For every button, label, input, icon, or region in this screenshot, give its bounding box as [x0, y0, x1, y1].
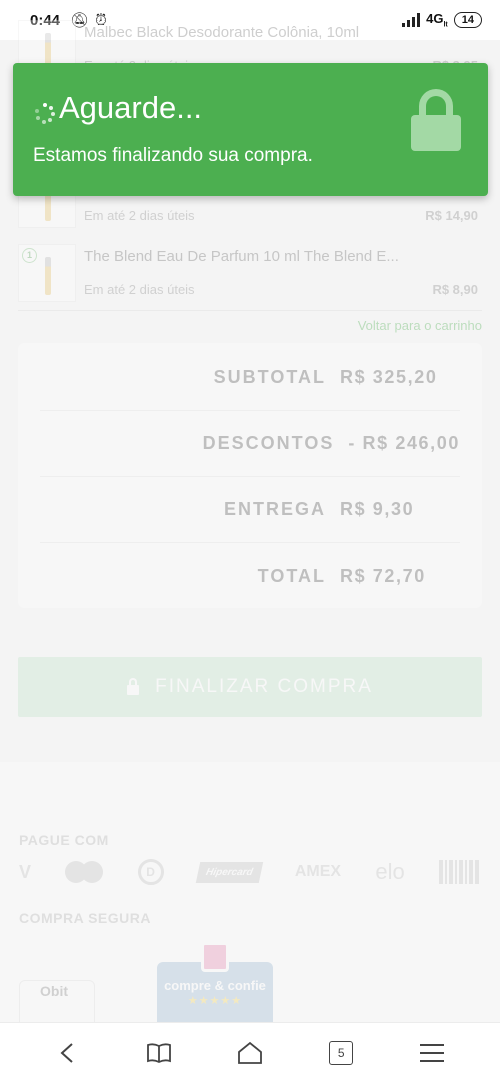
- pay-with-title: PAGUE COM: [19, 832, 109, 848]
- quantity-badge: 1: [22, 248, 37, 263]
- subtotal-value: R$ 325,20: [340, 367, 438, 387]
- diners-icon: D: [137, 859, 164, 885]
- bookmarks-button[interactable]: [137, 1031, 181, 1075]
- payment-methods: V D Hipercard AMEX elo: [19, 857, 479, 887]
- divider: [18, 310, 482, 311]
- amex-icon: AMEX: [294, 863, 342, 880]
- footer: PAGUE COM V D Hipercard AMEX elo COMPRA …: [0, 762, 500, 1030]
- menu-button[interactable]: [410, 1031, 454, 1075]
- item-price: R$ 8,90: [432, 282, 478, 297]
- compre-confie-badge[interactable]: compre & confie ★★★★★: [157, 942, 273, 1022]
- item-name: Malbec Black Desodorante Colônia, 10ml: [84, 24, 360, 41]
- elo-icon: elo: [375, 859, 405, 884]
- item-price: R$ 14,90: [425, 208, 478, 223]
- home-icon: [238, 1041, 262, 1064]
- tab-count: 5: [329, 1040, 354, 1065]
- item-delivery: Em até 2 dias úteis: [84, 282, 195, 297]
- toast-message: Estamos finalizando sua compra.: [33, 145, 313, 166]
- item-name: The Blend Eau De Parfum 10 ml The Blend …: [84, 248, 399, 265]
- rating-stars: ★★★★★: [187, 995, 243, 1007]
- menu-icon: [420, 1043, 445, 1062]
- delivery-value: R$ 9,30: [340, 499, 415, 519]
- delivery-row: ENTREGA R$ 9,30: [40, 477, 460, 543]
- home-button[interactable]: [228, 1031, 272, 1075]
- secure-purchase-title: COMPRA SEGURA: [19, 910, 151, 926]
- loading-spinner-icon: [35, 103, 55, 124]
- back-button[interactable]: [46, 1031, 90, 1075]
- processing-toast: Aguarde... Estamos finalizando sua compr…: [13, 63, 488, 196]
- discounts-value: - R$ 246,00: [348, 433, 460, 453]
- visa-icon: V: [19, 861, 32, 882]
- book-icon: [146, 1042, 171, 1063]
- tabs-button[interactable]: 5: [319, 1031, 363, 1075]
- total-value: R$ 72,70: [340, 565, 426, 586]
- total-row: TOTAL R$ 72,70: [40, 543, 460, 609]
- finalize-purchase-button[interactable]: FINALIZAR COMPRA: [18, 657, 482, 717]
- hipercard-icon: Hipercard: [195, 861, 263, 883]
- product-thumbnail: 1: [18, 244, 76, 302]
- discounts-row: DESCONTOS - R$ 246,00: [40, 411, 460, 477]
- lock-icon: [127, 678, 140, 695]
- chevron-left-icon: [60, 1042, 73, 1063]
- browser-nav-bar: 5: [0, 1022, 500, 1082]
- back-to-cart-link[interactable]: Voltar para o carrinho: [358, 318, 482, 333]
- finalize-button-label: FINALIZAR COMPRA: [155, 676, 373, 697]
- totals-card: SUBTOTAL R$ 325,20 DESCONTOS - R$ 246,00…: [18, 343, 482, 608]
- toast-title: Aguarde...: [59, 90, 203, 125]
- subtotal-label: SUBTOTAL: [213, 367, 326, 387]
- subtotal-row: SUBTOTAL R$ 325,20: [40, 345, 460, 411]
- cart-item[interactable]: 1 The Blend Eau De Parfum 10 ml The Blen…: [18, 244, 482, 308]
- shopping-bag-icon: [201, 942, 229, 972]
- mastercard-icon: [65, 861, 104, 883]
- discounts-label: DESCONTOS: [202, 433, 335, 453]
- boleto-icon: [438, 860, 479, 884]
- lock-icon: [411, 89, 461, 151]
- item-delivery: Em até 2 dias úteis: [84, 208, 195, 223]
- total-label: TOTAL: [257, 565, 326, 586]
- delivery-label: ENTREGA: [223, 499, 326, 519]
